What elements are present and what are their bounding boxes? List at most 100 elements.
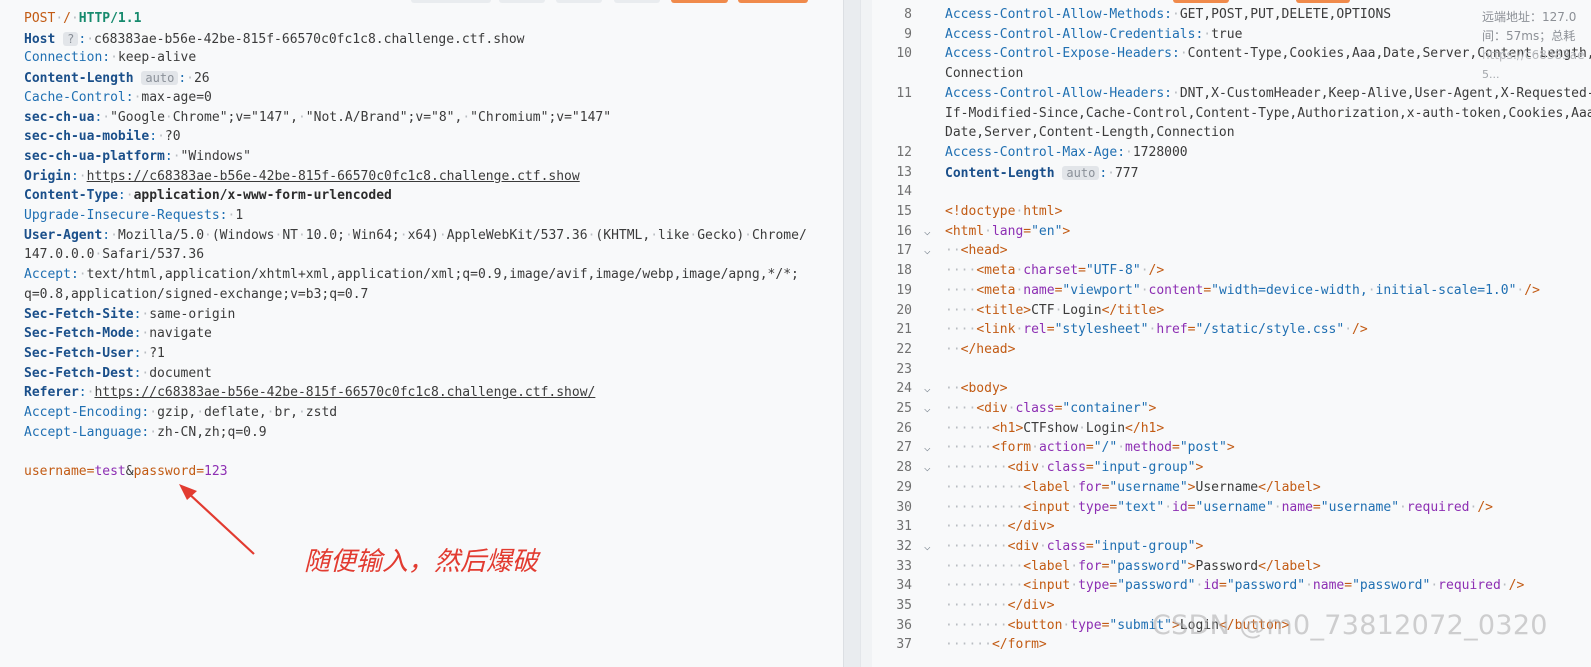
html-tag: = bbox=[1085, 538, 1094, 554]
html-attribute-value: "password" bbox=[1117, 578, 1196, 594]
header-value-wrap[interactable]: q=0.8,application/signed-exchange;v=b3;q… bbox=[24, 285, 368, 305]
html-source-line[interactable]: ··········<label·for="password">Password… bbox=[945, 557, 1321, 577]
request-header-row[interactable]: Origin:·https://c68383ae-b56e-42be-815f-… bbox=[24, 167, 580, 187]
header-name: Access-Control-Max-Age bbox=[945, 144, 1118, 160]
body-param-name[interactable]: password bbox=[134, 464, 197, 479]
send-button[interactable] bbox=[671, 0, 728, 3]
header-value: ?1 bbox=[149, 345, 165, 361]
html-source-line[interactable]: ········</div> bbox=[945, 596, 1055, 616]
html-source-line[interactable]: <html·lang="en"> bbox=[945, 222, 1070, 242]
request-header-row[interactable]: Sec-Fetch-Site:·same-origin bbox=[24, 305, 235, 325]
header-value: GET,POST,PUT,DELETE,OPTIONS bbox=[1179, 7, 1392, 22]
toolbar-button[interactable] bbox=[499, 0, 545, 3]
chevron-down-icon[interactable]: ⌵ bbox=[924, 379, 936, 399]
response-header-row[interactable]: Content-Length auto:·777 bbox=[945, 163, 1138, 183]
html-source-line[interactable]: ····<meta·charset="UTF-8"·/> bbox=[945, 261, 1164, 281]
request-header-row[interactable]: Referer:·https://c68383ae-b56e-42be-815f… bbox=[24, 383, 595, 403]
toolbar-button[interactable] bbox=[1173, 0, 1229, 3]
response-header-row[interactable]: Access-Control-Allow-Methods:·GET,POST,P… bbox=[945, 5, 1391, 25]
body-param-value[interactable]: 123 bbox=[204, 464, 227, 479]
html-tag: > bbox=[1195, 460, 1204, 476]
request-header-row[interactable]: Upgrade-Insecure-Requests:·1 bbox=[24, 206, 243, 226]
request-header-row[interactable]: User-Agent:·Mozilla/5.0·(Windows·NT·10.0… bbox=[24, 226, 807, 246]
response-header-row[interactable]: Access-Control-Max-Age:·1728000 bbox=[945, 143, 1188, 163]
response-header-row[interactable]: Access-Control-Allow-Credentials:·true bbox=[945, 25, 1242, 45]
request-header-row[interactable]: Host ?:·c68383ae-b56e-42be-815f-66570c0f… bbox=[24, 29, 525, 49]
html-source-line[interactable]: ······<form·action="/"·method="post"> bbox=[945, 438, 1235, 458]
html-tag: <html· bbox=[945, 223, 992, 239]
html-source-line[interactable]: ········</div> bbox=[945, 517, 1055, 537]
html-tag: > bbox=[1226, 440, 1235, 456]
header-name: Upgrade-Insecure-Requests bbox=[24, 208, 220, 223]
response-header-row[interactable]: Access-Control-Allow-Headers:·DNT,X-Cust… bbox=[945, 84, 1591, 104]
header-value-wrap[interactable]: 147.0.0.0·Safari/537.36 bbox=[24, 245, 204, 265]
header-name: Accept bbox=[24, 267, 71, 283]
request-header-row[interactable]: sec-ch-ua-platform:·"Windows" bbox=[24, 147, 251, 167]
request-header-row[interactable]: Sec-Fetch-Mode:·navigate bbox=[24, 324, 212, 344]
header-name: sec-ch-ua-mobile bbox=[24, 129, 150, 145]
html-tag: <label· bbox=[1023, 558, 1079, 574]
html-source-line[interactable]: ····<link·rel="stylesheet"·href="/static… bbox=[945, 320, 1368, 340]
html-attribute-value: "text" bbox=[1117, 499, 1165, 515]
request-header-row[interactable]: Accept:·text/html,application/xhtml+xml,… bbox=[24, 265, 799, 285]
request-line[interactable]: POST·/·HTTP/1.1 bbox=[24, 9, 141, 29]
html-source-line[interactable]: ··<body> bbox=[945, 379, 1008, 399]
html-source-line[interactable]: <!doctype·html> bbox=[945, 202, 1062, 222]
html-attribute-value: "password" bbox=[1226, 578, 1306, 594]
request-header-row[interactable]: Cache-Control:·max-age=0 bbox=[24, 88, 212, 108]
line-number: 12 bbox=[896, 144, 912, 160]
html-source-line[interactable]: ··<head> bbox=[945, 241, 1008, 261]
request-header-row[interactable]: Accept-Language:·zh-CN,zh;q=0.9 bbox=[24, 423, 267, 443]
request-header-row[interactable]: Sec-Fetch-User:·?1 bbox=[24, 344, 165, 364]
chevron-down-icon[interactable]: ⌵ bbox=[924, 438, 936, 458]
html-attribute-value: "username" bbox=[1320, 499, 1400, 515]
request-header-row[interactable]: sec-ch-ua-mobile:·?0 bbox=[24, 127, 181, 147]
html-attribute: method bbox=[1125, 440, 1173, 456]
body-param-value[interactable]: test bbox=[94, 464, 125, 479]
html-source-line[interactable]: ······<h1>CTFshow·Login</h1> bbox=[945, 419, 1164, 439]
body-param-name[interactable]: username bbox=[24, 464, 87, 479]
html-source-line[interactable]: ··········<input·type="password"·id="pas… bbox=[945, 576, 1524, 596]
toolbar-accent-button[interactable] bbox=[738, 0, 808, 3]
request-header-row[interactable]: sec-ch-ua:·"Google·Chrome";v="147",·"Not… bbox=[24, 108, 611, 128]
auto-badge[interactable]: auto bbox=[141, 71, 179, 86]
toolbar-button[interactable] bbox=[1296, 0, 1350, 3]
auto-badge[interactable]: ? bbox=[63, 31, 79, 46]
html-source-line[interactable]: ····<div·class="container"> bbox=[945, 399, 1156, 419]
toolbar-button[interactable] bbox=[411, 0, 491, 3]
header-name: Host bbox=[24, 31, 56, 47]
html-attribute-value: "post" bbox=[1179, 440, 1227, 456]
request-header-row[interactable]: Connection:·keep-alive bbox=[24, 48, 196, 68]
html-tag: · bbox=[1273, 499, 1282, 515]
toolbar-button[interactable] bbox=[556, 0, 602, 3]
html-tag: <button· bbox=[1007, 617, 1071, 633]
html-source-line[interactable]: ········<div·class="input-group"> bbox=[945, 537, 1203, 557]
header-value: 26 bbox=[193, 71, 210, 87]
html-source-line[interactable]: ······</form> bbox=[945, 635, 1047, 655]
chevron-down-icon[interactable]: ⌵ bbox=[924, 458, 936, 478]
html-attribute-value: "UTF-8" bbox=[1085, 263, 1141, 279]
line-number: 19 bbox=[896, 282, 912, 298]
header-name: Connection bbox=[24, 50, 103, 66]
html-source-line[interactable]: ····<title>CTF·Login</title> bbox=[945, 301, 1164, 321]
toolbar-button[interactable] bbox=[614, 0, 660, 3]
request-header-row[interactable]: Content-Length auto:·26 bbox=[24, 68, 210, 88]
html-attribute-value: "/static/style.css" bbox=[1195, 322, 1345, 338]
html-tag: </label> bbox=[1258, 479, 1321, 495]
html-source-line[interactable]: ········<div·class="input-group"> bbox=[945, 458, 1203, 478]
chevron-down-icon[interactable]: ⌵ bbox=[924, 241, 936, 261]
html-source-line[interactable]: ····<meta·name="viewport"·content="width… bbox=[945, 281, 1540, 301]
html-source-line[interactable]: ··········<label·for="username">Username… bbox=[945, 478, 1321, 498]
request-header-row[interactable]: Accept-Encoding:·gzip,·deflate,·br,·zstd bbox=[24, 403, 337, 423]
chevron-down-icon[interactable]: ⌵ bbox=[924, 222, 936, 242]
html-attribute-value: "viewport" bbox=[1062, 282, 1141, 298]
response-viewer[interactable]: 8 Access-Control-Allow-Methods:·GET,POST,… bbox=[872, 0, 1591, 667]
pane-splitter[interactable] bbox=[843, 0, 860, 667]
auto-badge[interactable]: auto bbox=[1062, 165, 1100, 180]
chevron-down-icon[interactable]: ⌵ bbox=[924, 399, 936, 419]
request-header-row[interactable]: Content-Type:·application/x-www-form-url… bbox=[24, 186, 392, 206]
request-header-row[interactable]: Sec-Fetch-Dest:·document bbox=[24, 364, 212, 384]
html-source-line[interactable]: ··········<input·type="text"·id="usernam… bbox=[945, 498, 1493, 518]
chevron-down-icon[interactable]: ⌵ bbox=[924, 537, 936, 557]
html-source-line[interactable]: ··</head> bbox=[945, 340, 1015, 360]
